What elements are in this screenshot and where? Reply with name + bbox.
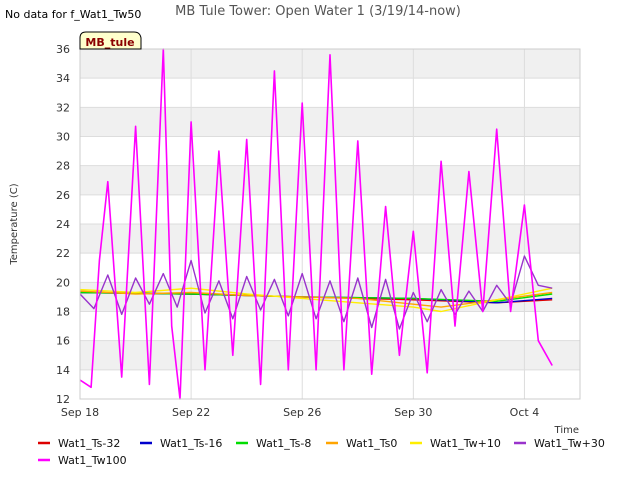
y-tick-label: 16 <box>56 335 70 348</box>
legend-label: Wat1_Tw+30 <box>534 437 605 450</box>
legend-label: Wat1_Ts-32 <box>58 437 120 450</box>
x-tick-label: Oct 4 <box>510 406 540 419</box>
legend-label: Wat1_Ts-8 <box>256 437 311 450</box>
y-axis-label: Temperature (C) <box>9 183 20 265</box>
y-tick-label: 30 <box>56 131 70 144</box>
chart-title: MB Tule Tower: Open Water 1 (3/19/14-now… <box>175 4 461 19</box>
legend-label: Wat1_Tw100 <box>58 454 127 467</box>
y-tick-label: 34 <box>56 72 70 85</box>
y-tick-label: 22 <box>56 247 70 260</box>
y-tick-label: 14 <box>56 364 70 377</box>
background-bands <box>80 49 580 370</box>
x-tick-label: Sep 18 <box>61 406 99 419</box>
y-tick-label: 36 <box>56 43 70 56</box>
x-axis-label: Time <box>554 425 579 436</box>
y-tick-label: 24 <box>56 218 70 231</box>
temperature-chart: 12141618202224262830323436 Sep 18 Sep 22 S… <box>5 4 605 467</box>
x-tick-label: Sep 26 <box>283 406 321 419</box>
background-band <box>80 340 580 370</box>
legend-label: Wat1_Ts0 <box>346 437 397 450</box>
y-axis-ticks: 12 14 16 18 20 22 24 26 28 30 32 34 36 <box>56 43 70 406</box>
y-tick-label: 26 <box>56 189 70 202</box>
background-band <box>80 165 580 195</box>
y-tick-label: 28 <box>56 160 70 173</box>
legend: Wat1_Ts-32 Wat1_Ts-16 Wat1_Ts-8 Wat1_Ts0 Wat… <box>38 437 605 467</box>
y-tick-label: 20 <box>56 276 70 289</box>
x-axis-ticks: Sep 18 Sep 22 Sep 26 Sep 30 Oct 4 <box>61 406 539 419</box>
background-band <box>80 107 580 137</box>
x-tick-label: Sep 22 <box>172 406 210 419</box>
legend-label: Wat1_Ts-16 <box>160 437 222 450</box>
x-tick-label: Sep 30 <box>394 406 432 419</box>
y-tick-label: 12 <box>56 393 70 406</box>
no-data-note: No data for f_Wat1_Tw50 <box>5 8 141 21</box>
station-badge: MB_tule <box>79 31 142 50</box>
y-tick-label: 18 <box>56 306 70 319</box>
badge-label: MB_tule <box>85 36 134 49</box>
y-tick-label: 32 <box>56 101 70 114</box>
legend-label: Wat1_Tw+10 <box>430 437 501 450</box>
